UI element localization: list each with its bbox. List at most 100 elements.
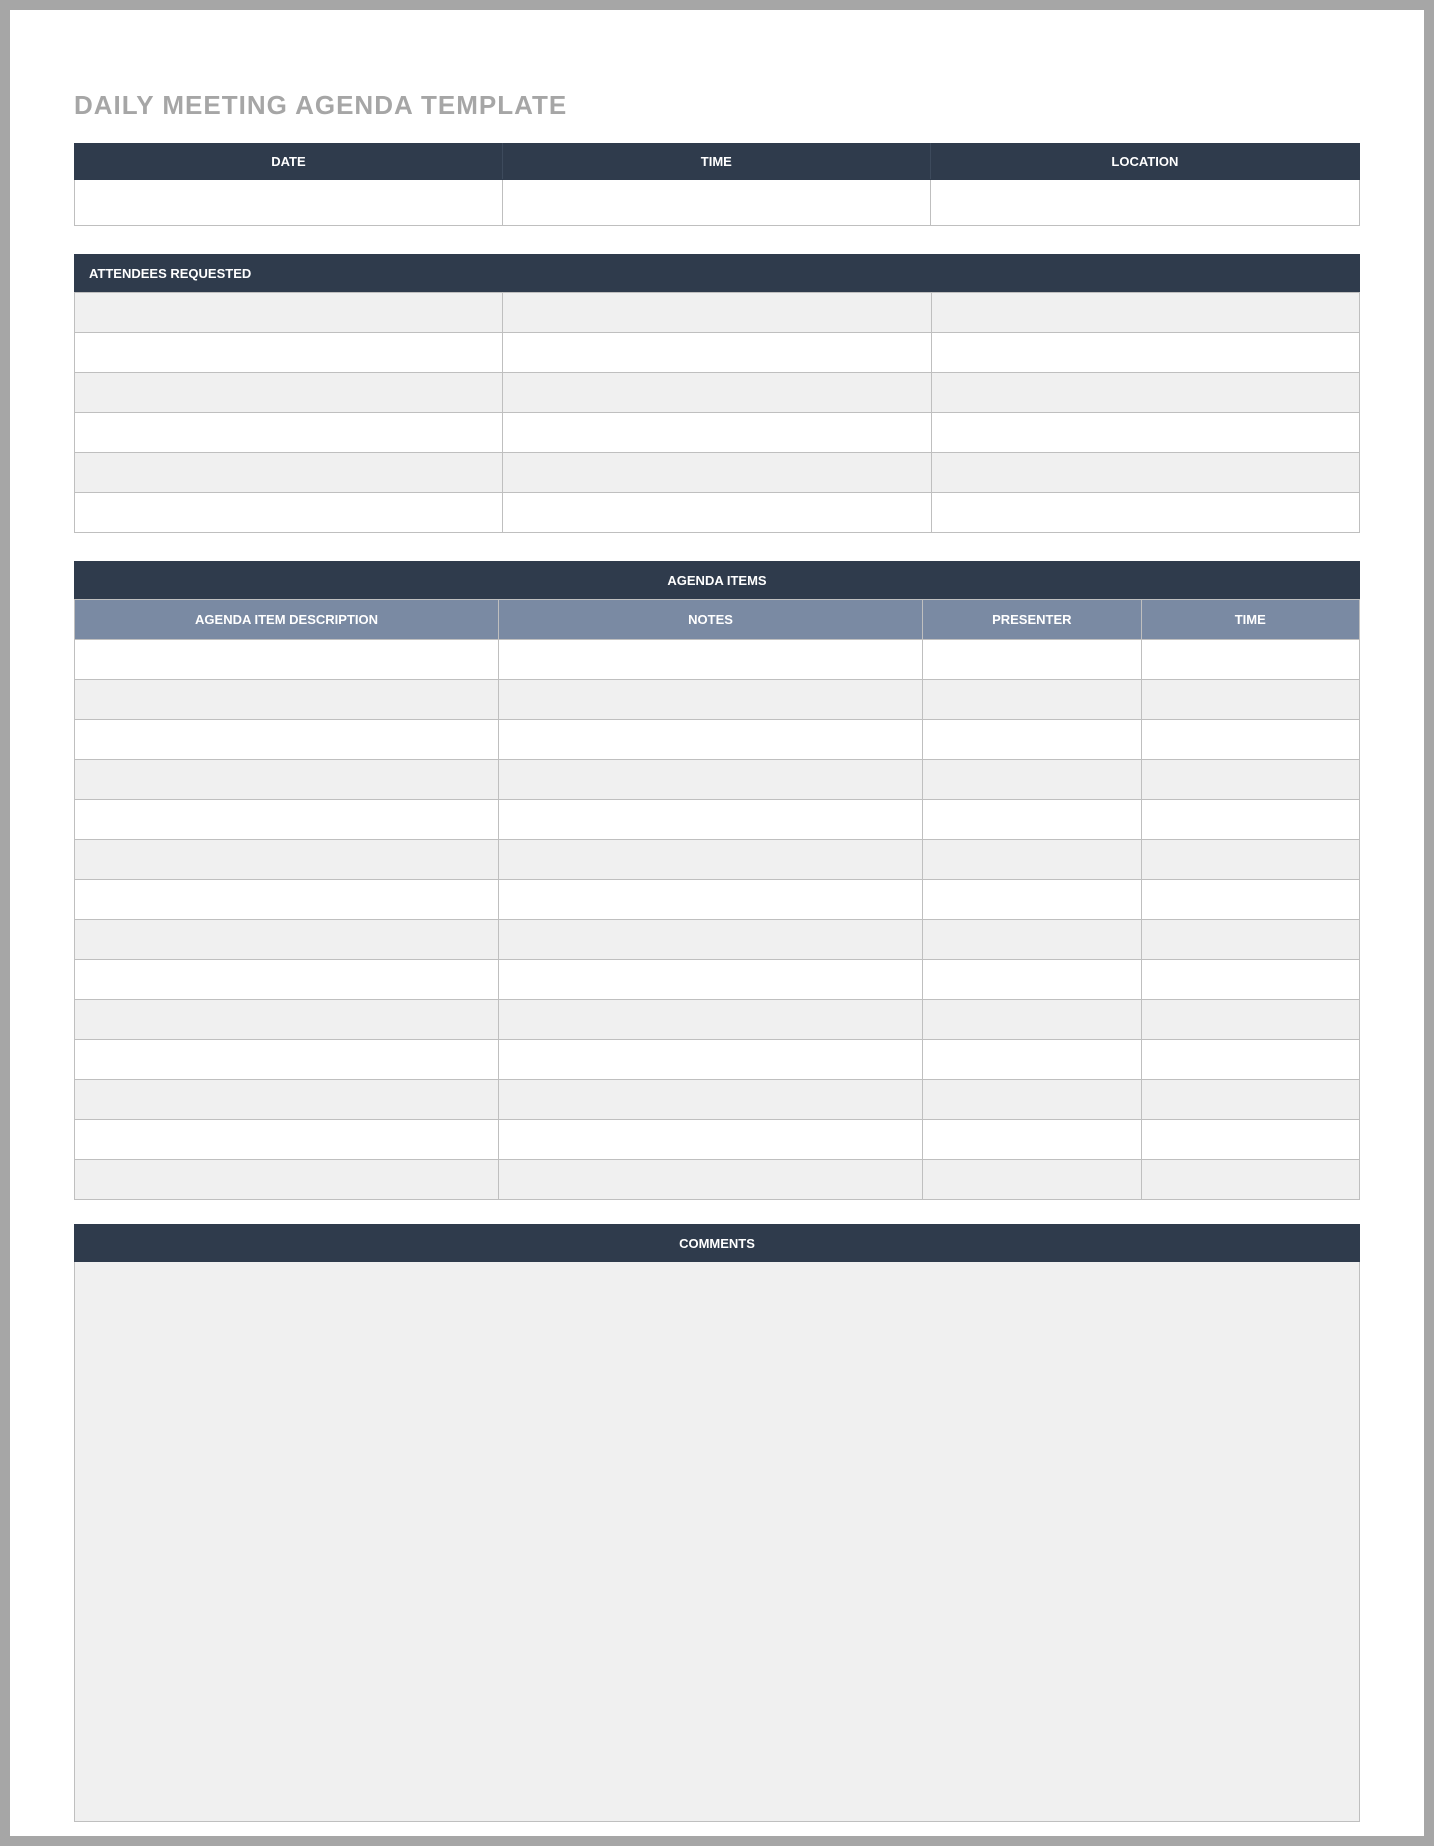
agenda-presenter-cell[interactable] [923,920,1141,960]
agenda-presenter-cell[interactable] [923,1080,1141,1120]
agenda-notes-cell[interactable] [499,1040,923,1080]
agenda-notes-cell[interactable] [499,760,923,800]
table-row [75,493,1360,533]
agenda-time-cell[interactable] [1141,920,1359,960]
comments-header: COMMENTS [74,1224,1360,1262]
table-row [75,413,1360,453]
attendee-cell[interactable] [75,493,503,533]
col-header-notes: NOTES [499,600,923,640]
agenda-presenter-cell[interactable] [923,1120,1141,1160]
table-row [75,1000,1360,1040]
page-title: DAILY MEETING AGENDA TEMPLATE [74,90,1360,121]
attendee-cell[interactable] [931,413,1359,453]
attendee-cell[interactable] [931,373,1359,413]
agenda-notes-cell[interactable] [499,1120,923,1160]
attendee-cell[interactable] [931,493,1359,533]
agenda-desc-cell[interactable] [75,720,499,760]
agenda-presenter-cell[interactable] [923,680,1141,720]
table-row [75,1080,1360,1120]
table-row [75,640,1360,680]
time-field[interactable] [502,180,930,226]
attendee-cell[interactable] [931,293,1359,333]
agenda-time-cell[interactable] [1141,680,1359,720]
agenda-time-cell[interactable] [1141,760,1359,800]
attendee-cell[interactable] [931,333,1359,373]
attendee-cell[interactable] [503,413,931,453]
agenda-time-cell[interactable] [1141,960,1359,1000]
agenda-notes-cell[interactable] [499,1000,923,1040]
agenda-time-cell[interactable] [1141,840,1359,880]
agenda-desc-cell[interactable] [75,1120,499,1160]
agenda-notes-cell[interactable] [499,920,923,960]
agenda-presenter-cell[interactable] [923,960,1141,1000]
agenda-notes-cell[interactable] [499,640,923,680]
agenda-notes-cell[interactable] [499,1160,923,1200]
col-header-presenter: PRESENTER [923,600,1141,640]
agenda-time-cell[interactable] [1141,720,1359,760]
agenda-time-cell[interactable] [1141,1080,1359,1120]
table-row [75,373,1360,413]
col-header-time: TIME [1141,600,1359,640]
agenda-desc-cell[interactable] [75,1000,499,1040]
attendee-cell[interactable] [503,453,931,493]
agenda-time-cell[interactable] [1141,1040,1359,1080]
agenda-notes-cell[interactable] [499,880,923,920]
agenda-presenter-cell[interactable] [923,1040,1141,1080]
attendee-cell[interactable] [503,373,931,413]
agenda-time-cell[interactable] [1141,1160,1359,1200]
agenda-presenter-cell[interactable] [923,1000,1141,1040]
agenda-desc-cell[interactable] [75,640,499,680]
agenda-presenter-cell[interactable] [923,720,1141,760]
agenda-notes-cell[interactable] [499,720,923,760]
agenda-desc-cell[interactable] [75,680,499,720]
attendee-cell[interactable] [503,493,931,533]
table-row [75,960,1360,1000]
agenda-presenter-cell[interactable] [923,800,1141,840]
agenda-notes-cell[interactable] [499,840,923,880]
attendee-cell[interactable] [75,293,503,333]
agenda-desc-cell[interactable] [75,960,499,1000]
agenda-notes-cell[interactable] [499,680,923,720]
table-row [75,720,1360,760]
attendee-cell[interactable] [503,293,931,333]
table-row [75,1160,1360,1200]
location-field[interactable] [930,180,1359,226]
attendee-cell[interactable] [75,373,503,413]
agenda-notes-cell[interactable] [499,800,923,840]
attendee-cell[interactable] [75,453,503,493]
table-row [75,453,1360,493]
date-field[interactable] [75,180,503,226]
agenda-time-cell[interactable] [1141,640,1359,680]
attendees-table [74,292,1360,533]
attendee-cell[interactable] [75,333,503,373]
table-row [75,760,1360,800]
agenda-presenter-cell[interactable] [923,640,1141,680]
attendee-cell[interactable] [931,453,1359,493]
agenda-presenter-cell[interactable] [923,840,1141,880]
agenda-notes-cell[interactable] [499,1080,923,1120]
attendee-cell[interactable] [503,333,931,373]
agenda-time-cell[interactable] [1141,1000,1359,1040]
agenda-notes-cell[interactable] [499,960,923,1000]
agenda-desc-cell[interactable] [75,1080,499,1120]
agenda-presenter-cell[interactable] [923,880,1141,920]
attendee-cell[interactable] [75,413,503,453]
agenda-desc-cell[interactable] [75,800,499,840]
agenda-desc-cell[interactable] [75,880,499,920]
agenda-desc-cell[interactable] [75,920,499,960]
table-row [75,880,1360,920]
agenda-desc-cell[interactable] [75,1040,499,1080]
col-header-desc: AGENDA ITEM DESCRIPTION [75,600,499,640]
agenda-presenter-cell[interactable] [923,1160,1141,1200]
table-row [75,1120,1360,1160]
comments-body[interactable] [74,1262,1360,1822]
agenda-desc-cell[interactable] [75,760,499,800]
agenda-desc-cell[interactable] [75,1160,499,1200]
agenda-time-cell[interactable] [1141,800,1359,840]
table-row [75,333,1360,373]
agenda-time-cell[interactable] [1141,1120,1359,1160]
agenda-time-cell[interactable] [1141,880,1359,920]
agenda-presenter-cell[interactable] [923,760,1141,800]
agenda-desc-cell[interactable] [75,840,499,880]
attendees-header: ATTENDEES REQUESTED [74,254,1360,292]
